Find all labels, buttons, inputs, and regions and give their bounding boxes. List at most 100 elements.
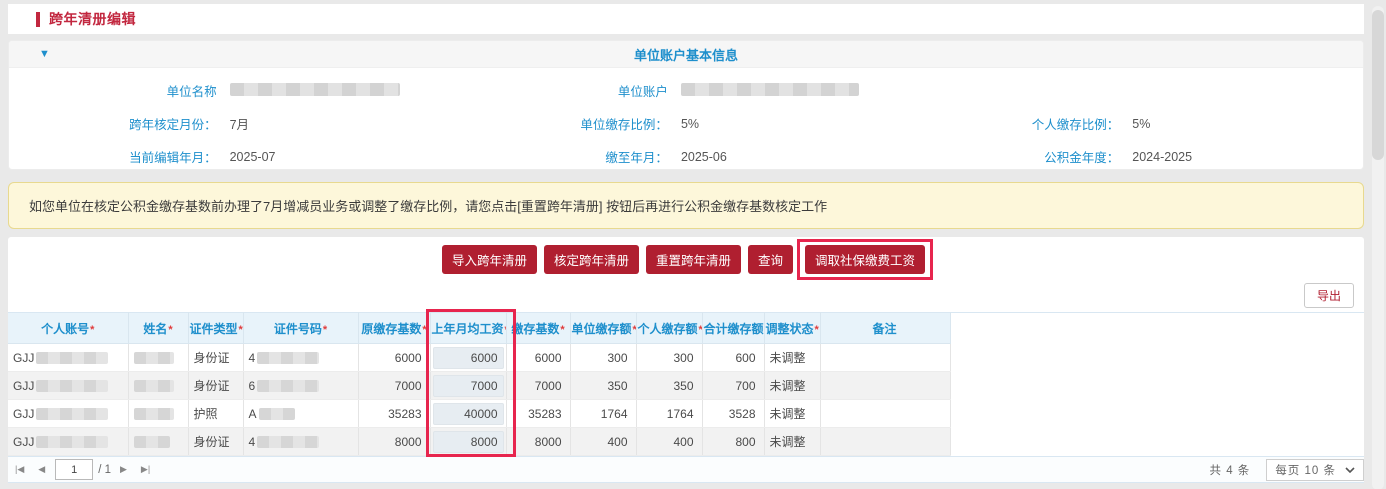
cell-status: 未调整: [764, 372, 820, 400]
col-header-unit-amount: 单位缴存额*: [570, 313, 636, 344]
field-paid-until: 缴至年月： 2025-06: [460, 140, 911, 170]
cell-total-amount: 600: [702, 344, 764, 372]
cell-filler: [950, 428, 1364, 456]
reset-crossyear-roster-button[interactable]: 重置跨年清册: [646, 245, 741, 274]
field-edit-month: 当前编辑年月： 2025-07: [9, 140, 460, 170]
redacted-unit-name: [230, 83, 400, 96]
annotation-box-fetch-salary-button: 调取社保缴费工资: [797, 239, 933, 280]
table-header-row: 个人账号* 姓名* 证件类型* 证件号码* 原缴存基数* 上年月均工资* 缴存基…: [8, 313, 1364, 344]
query-button[interactable]: 查询: [748, 245, 793, 274]
page-number-input[interactable]: [55, 459, 93, 480]
cell-account: GJJ: [8, 428, 128, 456]
cell-old-base: 7000: [358, 372, 430, 400]
cell-old-base: 35283: [358, 400, 430, 428]
cell-unit-amount: 1764: [570, 400, 636, 428]
roster-table-wrap: 个人账号* 姓名* 证件类型* 证件号码* 原缴存基数* 上年月均工资* 缴存基…: [8, 312, 1364, 456]
cell-id-no: 4: [243, 344, 358, 372]
export-button[interactable]: 导出: [1304, 283, 1354, 308]
cell-account: GJJ: [8, 344, 128, 372]
avg-salary-input[interactable]: 7000: [433, 375, 504, 397]
title-bar: 跨年清册编辑: [8, 4, 1364, 34]
col-header-avg-salary: 上年月均工资*: [430, 313, 506, 344]
verify-crossyear-roster-button[interactable]: 核定跨年清册: [544, 245, 639, 274]
cell-id-no: 6: [243, 372, 358, 400]
chevron-down-icon: [1345, 467, 1355, 473]
cell-id-type: 身份证: [188, 428, 243, 456]
field-unit-name: 单位名称: [9, 74, 460, 107]
table-row: GJJ 身份证 4 6000 6000 6000 300 300 600 未调整: [8, 344, 1364, 372]
page-size-select[interactable]: 每页 10 条: [1266, 459, 1364, 481]
title-accent-bar: [36, 12, 40, 27]
cell-id-type: 身份证: [188, 372, 243, 400]
warning-banner: 如您单位在核定公积金缴存基数前办理了7月增减员业务或调整了缴存比例，请您点击[重…: [8, 182, 1364, 229]
col-header-status: 调整状态*: [764, 313, 820, 344]
cell-personal-amount: 400: [636, 428, 702, 456]
cell-account: GJJ: [8, 400, 128, 428]
field-personal-ratio: 个人缴存比例： 5%: [912, 107, 1363, 140]
redacted-id-no: [259, 408, 295, 420]
col-header-total-amount: 合计缴存额*: [702, 313, 764, 344]
col-header-old-base: 原缴存基数*: [358, 313, 430, 344]
cell-avg-salary: 40000: [430, 400, 506, 428]
redacted-name: [134, 408, 174, 420]
total-records-label: 共 4 条: [1210, 462, 1251, 478]
cell-name: [128, 344, 188, 372]
page-size-label: 每页 10 条: [1275, 462, 1336, 478]
cell-account: GJJ: [8, 372, 128, 400]
redacted-id-no: [257, 352, 319, 364]
page: 跨年清册编辑 ▼ 单位账户基本信息 单位名称 单位账户 跨年核定月份：: [0, 4, 1386, 489]
scrollbar-track[interactable]: [1372, 6, 1384, 489]
redacted-name: [134, 436, 170, 448]
redacted-id-no: [257, 436, 319, 448]
page-title: 跨年清册编辑: [49, 9, 136, 29]
scrollbar-thumb[interactable]: [1372, 10, 1384, 160]
table-row: GJJ 护照 A 35283 40000 35283 1764 1764 352…: [8, 400, 1364, 428]
unit-info-fields: 单位名称 单位账户 跨年核定月份： 7月 单位缴存比例： 5% 个人缴存: [9, 68, 1363, 170]
col-header-filler: [950, 313, 1364, 344]
cell-base: 35283: [506, 400, 570, 428]
cell-base: 8000: [506, 428, 570, 456]
import-crossyear-roster-button[interactable]: 导入跨年清册: [442, 245, 537, 274]
avg-salary-input[interactable]: 40000: [433, 403, 504, 425]
cell-status: 未调整: [764, 344, 820, 372]
col-header-personal-amount: 个人缴存额*: [636, 313, 702, 344]
cell-id-type: 身份证: [188, 344, 243, 372]
cell-old-base: 8000: [358, 428, 430, 456]
first-page-icon[interactable]: |◀: [8, 464, 31, 475]
roster-section: 导入跨年清册 核定跨年清册 重置跨年清册 查询 调取社保缴费工资 导出: [8, 237, 1364, 483]
cell-avg-salary: 6000: [430, 344, 506, 372]
field-fund-year: 公积金年度： 2024-2025: [912, 140, 1363, 170]
cell-total-amount: 3528: [702, 400, 764, 428]
page-count-label: / 1: [98, 464, 111, 476]
cell-unit-amount: 400: [570, 428, 636, 456]
export-row: 导出: [8, 278, 1364, 312]
last-page-icon[interactable]: ▶|: [134, 464, 157, 475]
cell-id-no: 4: [243, 428, 358, 456]
cell-unit-amount: 300: [570, 344, 636, 372]
redacted-id-no: [257, 380, 319, 392]
cell-name: [128, 428, 188, 456]
fetch-social-insurance-salary-button[interactable]: 调取社保缴费工资: [805, 245, 925, 274]
cell-personal-amount: 1764: [636, 400, 702, 428]
unit-info-panel-title: 单位账户基本信息: [9, 45, 1363, 64]
next-page-icon[interactable]: ▶: [113, 464, 134, 475]
cell-avg-salary: 7000: [430, 372, 506, 400]
col-header-name: 姓名*: [128, 313, 188, 344]
cell-status: 未调整: [764, 400, 820, 428]
pagination-bar: |◀ ◀ / 1 ▶ ▶| 共 4 条 每页 10 条: [8, 456, 1364, 483]
cell-total-amount: 800: [702, 428, 764, 456]
cell-old-base: 6000: [358, 344, 430, 372]
cell-remark: [820, 428, 950, 456]
avg-salary-input[interactable]: 8000: [433, 431, 504, 453]
col-header-id-no: 证件号码*: [243, 313, 358, 344]
field-crossyear-month: 跨年核定月份： 7月: [9, 107, 460, 140]
field-empty: [912, 74, 1363, 107]
redacted-account: [36, 436, 108, 448]
prev-page-icon[interactable]: ◀: [31, 464, 52, 475]
table-row: GJJ 身份证 4 8000 8000 8000 400 400 800 未调整: [8, 428, 1364, 456]
cell-personal-amount: 300: [636, 344, 702, 372]
cell-status: 未调整: [764, 428, 820, 456]
cell-remark: [820, 372, 950, 400]
avg-salary-input[interactable]: 6000: [433, 347, 504, 369]
cell-base: 7000: [506, 372, 570, 400]
